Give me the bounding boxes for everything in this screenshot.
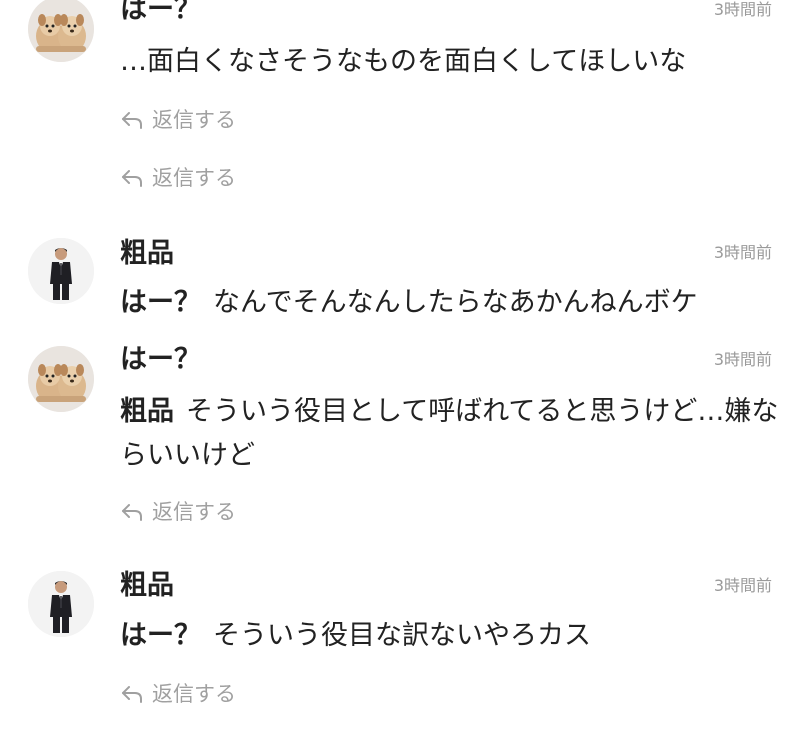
comment-timestamp: 3時間前 [713,0,772,19]
avatar[interactable] [28,346,94,412]
comment-timestamp: 3時間前 [713,243,772,262]
comment-timestamp: 3時間前 [713,576,772,595]
comment-text: はー？ そういう役目な訳ないやろカス [120,614,785,658]
avatar[interactable] [28,0,94,62]
avatar[interactable] [28,238,94,304]
reply-label: 返信する [152,682,236,706]
comment-text-content: そういう役目として呼ばれてると思うけど…嫌ならいいけど [120,396,779,471]
thread-reply-button[interactable]: 返信する [120,164,236,192]
comment-text: …面白くなさそうなものを面白くしてほしいな [120,40,785,84]
mention-link[interactable]: はー？ [120,620,201,651]
plush-dogs-avatar-image [28,0,94,62]
comment-text: 粗品 そういう役目として呼ばれてると思うけど…嫌ならいいけど [120,390,785,478]
reply-label: 返信する [152,500,236,524]
comment-author[interactable]: はー？ [120,0,201,26]
plush-dogs-avatar-image [28,346,94,412]
man-in-suit-avatar-image [28,238,94,304]
reply-button[interactable]: 返信する [120,680,236,708]
comment-text-content: なんでそんなんしたらなあかんねんボケ [213,287,698,318]
comment-text-content: …面白くなさそうなものを面白くしてほしいな [120,46,687,77]
mention-link[interactable]: はー？ [120,287,201,318]
comment-text-content: そういう役目な訳ないやろカス [213,620,591,651]
comment-timestamp: 3時間前 [713,350,772,369]
reply-button[interactable]: 返信する [120,498,236,526]
comment-author[interactable]: 粗品 [120,238,174,270]
reply-label: 返信する [152,166,236,190]
comment-author[interactable]: はー？ [120,344,201,376]
reply-button[interactable]: 返信する [120,106,236,134]
man-in-suit-avatar-image [28,571,94,637]
reply-arrow-icon [122,504,142,521]
reply-arrow-icon [122,170,142,187]
mention-link[interactable]: 粗品 [120,396,174,427]
avatar[interactable] [28,571,94,637]
reply-label: 返信する [152,108,236,132]
comment-author[interactable]: 粗品 [120,570,174,602]
reply-arrow-icon [122,112,142,129]
reply-arrow-icon [122,686,142,703]
comment-text: はー？ なんでそんなんしたらなあかんねんボケ [120,281,785,325]
